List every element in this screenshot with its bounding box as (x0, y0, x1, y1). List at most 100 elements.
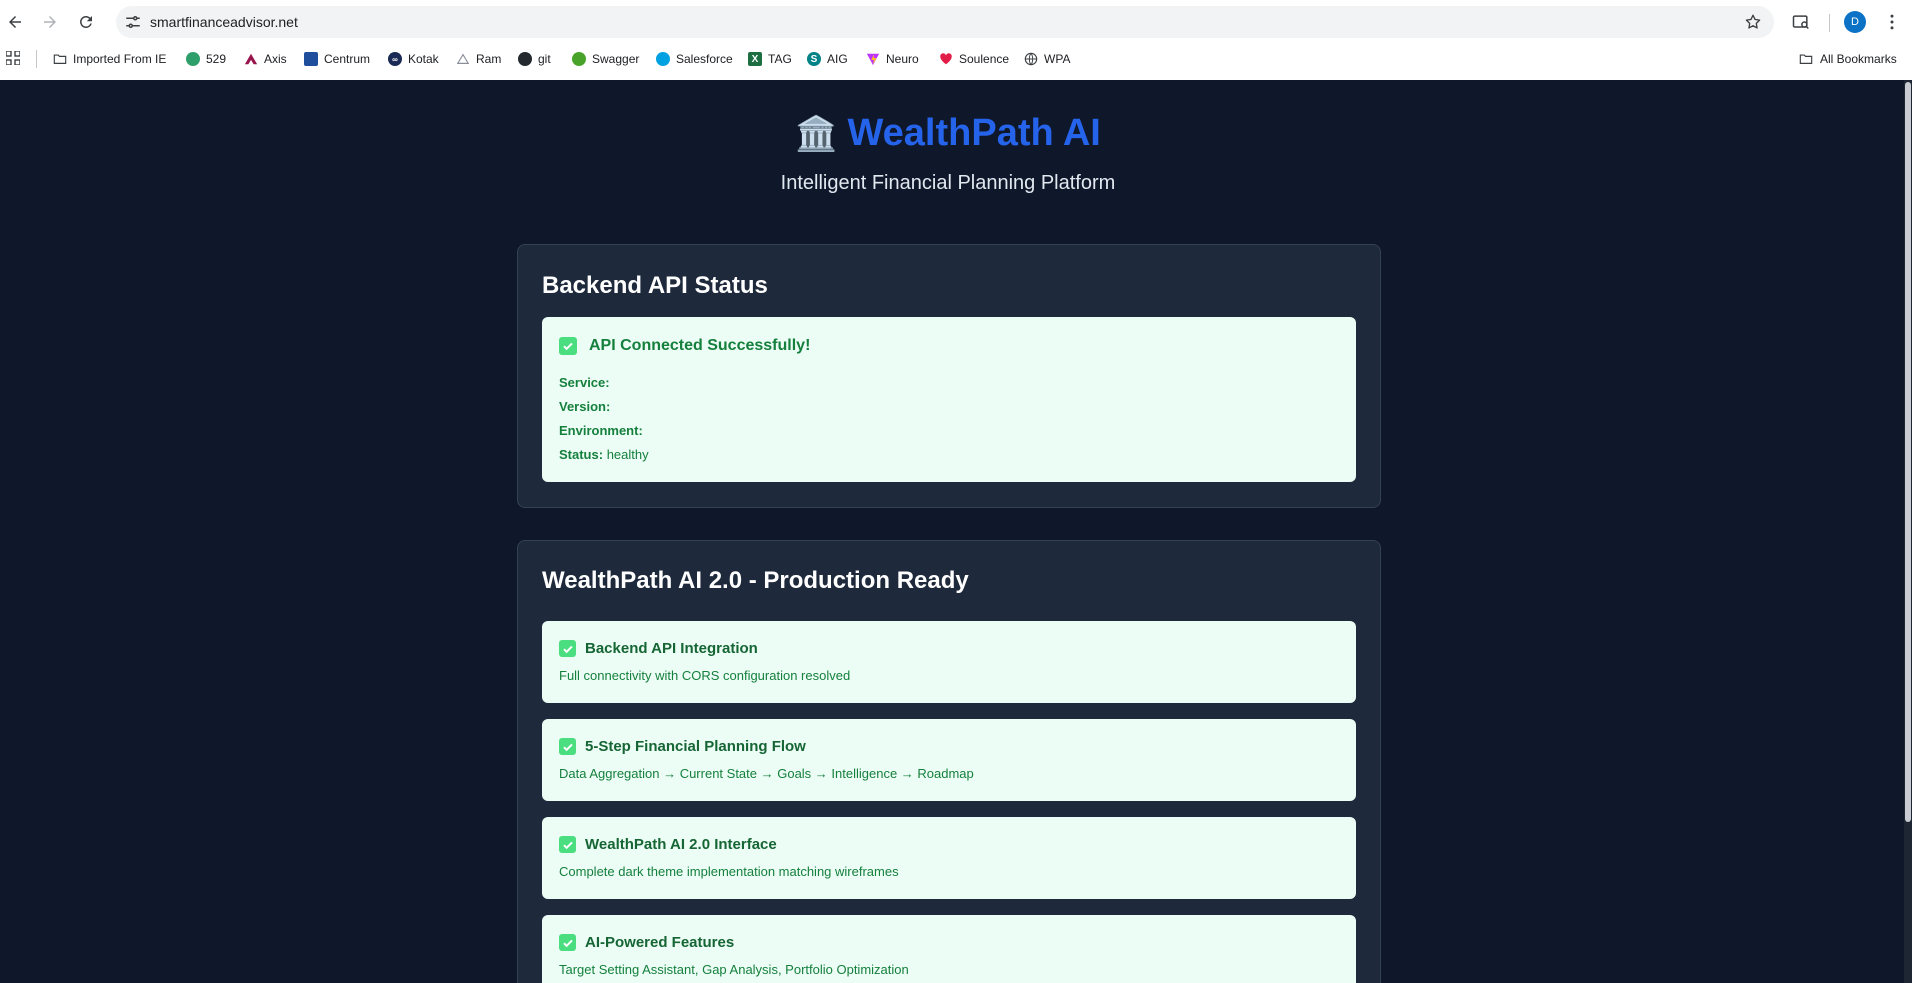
bookmark-529[interactable]: 529 (186, 48, 226, 70)
site-info-icon[interactable] (124, 13, 142, 31)
feature-title: Backend API Integration (559, 640, 758, 657)
api-field-version: Version: (559, 399, 610, 414)
bookmark-label: Neuro (886, 52, 919, 66)
tab-search-icon[interactable] (1791, 12, 1811, 32)
bookmarks-divider (36, 50, 37, 68)
excel-icon: X (748, 52, 762, 66)
profile-avatar[interactable]: D (1844, 11, 1866, 33)
bookmark-salesforce[interactable]: Salesforce (656, 48, 733, 70)
reload-button[interactable] (72, 8, 100, 36)
feature-item: AI-Powered Features Target Setting Assis… (542, 915, 1356, 983)
all-bookmarks-label: All Bookmarks (1820, 52, 1897, 66)
arrow-right-icon (44, 16, 56, 28)
bookmark-star-icon[interactable] (1744, 13, 1762, 31)
bookmark-label: Soulence (959, 52, 1010, 66)
bookmark-label: WPA (1044, 52, 1071, 66)
page-scrollbar[interactable] (1904, 80, 1912, 983)
scrollbar-thumb[interactable] (1905, 82, 1911, 822)
field-label: Version: (559, 399, 611, 414)
bookmark-kotak[interactable]: ∞ Kotak (388, 48, 439, 70)
bookmark-aig[interactable]: S AIG (807, 48, 848, 70)
bookmark-label: TAG (768, 52, 792, 66)
field-label: Status: (559, 447, 604, 462)
feature-item: WealthPath AI 2.0 Interface Complete dar… (542, 817, 1356, 899)
bookmark-centrum[interactable]: Centrum (304, 48, 370, 70)
bookmark-label: Swagger (592, 52, 640, 66)
app-title: WealthPath AI (847, 112, 1101, 154)
bookmark-neuro[interactable]: Neuro (866, 48, 919, 70)
feature-description: Data Aggregation → Current State → Goals… (559, 766, 974, 781)
swagger-icon (572, 52, 586, 66)
checkmark-icon (559, 738, 576, 755)
feature-item: Backend API Integration Full connectivit… (542, 621, 1356, 703)
feature-title-text: AI-Powered Features (585, 934, 735, 951)
sharepoint-icon: S (807, 52, 821, 66)
bookmark-ram[interactable]: Ram (456, 48, 501, 70)
api-field-service: Service: (559, 375, 610, 390)
api-status-heading: Backend API Status (542, 272, 768, 299)
checkmark-icon (559, 640, 576, 657)
bookmark-swagger[interactable]: Swagger (572, 48, 639, 70)
api-status-box: API Connected Successfully! Service: Ver… (542, 317, 1356, 482)
api-field-environment: Environment: (559, 423, 643, 438)
bank-icon: 🏛️ (795, 115, 838, 153)
checkmark-icon (559, 337, 577, 355)
back-button[interactable] (1, 8, 29, 36)
forward-button[interactable] (36, 8, 64, 36)
more-options-icon[interactable] (1882, 12, 1902, 32)
bookmark-imported-from-ie[interactable]: Imported From IE (53, 48, 166, 70)
feature-description: Complete dark theme implementation match… (559, 864, 899, 879)
bookmarks-bar: Imported From IE 529 Axis Centrum ∞ Kota… (0, 46, 1912, 72)
axis-icon (244, 53, 258, 65)
bookmark-label: Kotak (408, 52, 439, 66)
folder-icon (1799, 54, 1813, 64)
vite-icon (866, 53, 880, 66)
bookmark-tag[interactable]: X TAG (748, 48, 792, 70)
field-value: healthy (606, 447, 649, 462)
heart-icon (940, 53, 952, 65)
kotak-icon: ∞ (388, 52, 402, 66)
checkmark-icon (559, 934, 576, 951)
browser-toolbar: smartfinanceadvisor.net D (0, 0, 1912, 44)
bookmark-label: Axis (264, 52, 287, 66)
api-field-status: Status: healthy (559, 447, 649, 462)
feature-description: Target Setting Assistant, Gap Analysis, … (559, 962, 909, 977)
address-bar[interactable]: smartfinanceadvisor.net (116, 6, 1774, 38)
globe-icon (186, 52, 200, 66)
bookmark-axis[interactable]: Axis (244, 48, 287, 70)
feature-description: Full connectivity with CORS configuratio… (559, 668, 851, 683)
apps-grid-icon[interactable] (6, 51, 20, 65)
field-label: Service: (559, 375, 610, 390)
ram-icon (456, 53, 470, 64)
field-label: Environment: (559, 423, 643, 438)
arrow-left-icon (9, 16, 21, 28)
app-tagline: Intelligent Financial Planning Platform (780, 172, 1116, 194)
bookmark-label: git (538, 52, 551, 66)
bookmark-label: Centrum (324, 52, 371, 66)
reload-icon (80, 16, 92, 28)
bookmark-soulence[interactable]: Soulence (939, 48, 1009, 70)
checkmark-icon (559, 836, 576, 853)
api-status-card: Backend API Status API Connected Success… (517, 244, 1381, 508)
bookmark-label: Salesforce (676, 52, 733, 66)
page-content: 🏛️ WealthPath AI Intelligent Financial Pl… (0, 80, 1912, 983)
feature-title-text: 5-Step Financial Planning Flow (585, 738, 806, 755)
all-bookmarks-button[interactable]: All Bookmarks (1799, 48, 1897, 70)
globe-icon (1024, 52, 1038, 66)
production-ready-card: WealthPath AI 2.0 - Production Ready Bac… (517, 540, 1381, 983)
bookmark-git[interactable]: git (518, 48, 551, 70)
toolbar-divider (1829, 14, 1830, 32)
bookmark-label: Imported From IE (73, 52, 167, 66)
bookmark-label: 529 (206, 52, 227, 66)
url-text[interactable]: smartfinanceadvisor.net (150, 14, 298, 30)
bookmark-wpa[interactable]: WPA (1024, 48, 1070, 70)
app-header: 🏛️ WealthPath AI (0, 112, 1896, 155)
feature-title-text: Backend API Integration (585, 640, 758, 657)
github-icon (518, 52, 532, 66)
production-heading: WealthPath AI 2.0 - Production Ready (542, 567, 969, 594)
api-status-message: API Connected Successfully! (559, 337, 810, 355)
browser-chrome: smartfinanceadvisor.net D Imported From … (0, 0, 1912, 80)
folder-icon (53, 54, 67, 64)
feature-title: WealthPath AI 2.0 Interface (559, 836, 777, 853)
centrum-icon (304, 52, 318, 66)
